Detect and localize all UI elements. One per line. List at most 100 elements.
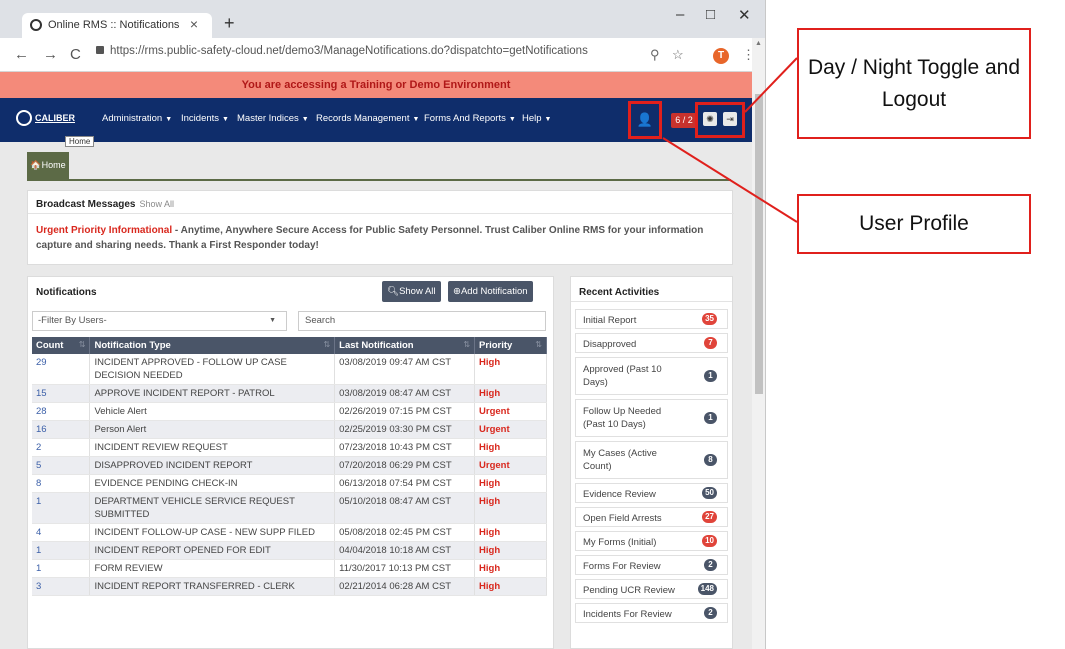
home-tab[interactable]: 🏠Home bbox=[27, 152, 69, 179]
recent-activity-item[interactable]: My Forms (Initial) 10 bbox=[575, 531, 728, 551]
scroll-up-icon[interactable]: ▲ bbox=[755, 40, 762, 47]
zoom-icon[interactable]: ⚲ bbox=[650, 47, 660, 63]
recent-activity-item[interactable]: Follow Up Needed (Past 10 Days) 1 bbox=[575, 399, 728, 437]
menu-records-management[interactable]: Records Management ▼ bbox=[316, 113, 419, 124]
page-scrollbar[interactable]: ▲ bbox=[752, 38, 765, 649]
col-count[interactable]: Count ⇅ bbox=[32, 337, 91, 354]
bookmark-star-icon[interactable]: ☆ bbox=[672, 47, 684, 63]
last-notification-cell: 03/08/2019 08:47 AM CST bbox=[334, 384, 476, 403]
table-row[interactable]: 29 INCIDENT APPROVED - FOLLOW UP CASE DEC… bbox=[32, 354, 547, 385]
count-cell[interactable]: 29 bbox=[32, 354, 91, 385]
count-badge: 27 bbox=[702, 511, 717, 523]
menu-help[interactable]: Help ▼ bbox=[522, 113, 551, 124]
table-row[interactable]: 3 INCIDENT REPORT TRANSFERRED - CLERK 02/2… bbox=[32, 577, 547, 596]
forward-icon[interactable]: → bbox=[43, 46, 58, 63]
priority-cell: High bbox=[474, 438, 547, 457]
priority-cell: Urgent bbox=[474, 456, 547, 475]
col-priority[interactable]: Priority ⇅ bbox=[474, 337, 547, 354]
reload-icon[interactable]: C bbox=[70, 46, 81, 63]
recent-activity-item[interactable]: Disapproved 7 bbox=[575, 333, 728, 353]
recent-activity-item[interactable]: Pending UCR Review 148 bbox=[575, 579, 728, 599]
table-row[interactable]: 15 APPROVE INCIDENT REPORT - PATROL 03/08/… bbox=[32, 384, 547, 403]
priority-cell: High bbox=[474, 384, 547, 403]
recent-activities-title: Recent Activities bbox=[579, 287, 660, 298]
tab-close-icon[interactable]: × bbox=[190, 16, 198, 32]
close-window-button[interactable]: ✕ bbox=[738, 6, 751, 24]
table-row[interactable]: 1 INCIDENT REPORT OPENED FOR EDIT 04/04/20… bbox=[32, 541, 547, 560]
recent-activity-item[interactable]: Approved (Past 10 Days) 1 bbox=[575, 357, 728, 395]
table-row[interactable]: 28 Vehicle Alert 02/26/2019 07:15 PM CST Ur… bbox=[32, 402, 547, 421]
count-cell[interactable]: 28 bbox=[32, 402, 91, 421]
type-cell: INCIDENT REVIEW REQUEST bbox=[89, 438, 336, 457]
recent-activity-label: My Forms (Initial) bbox=[583, 537, 657, 548]
recent-activity-item[interactable]: Incidents For Review 2 bbox=[575, 603, 728, 623]
broadcast-show-all-link[interactable]: Show All bbox=[140, 199, 175, 209]
recent-activity-item[interactable]: My Cases (Active Count) 8 bbox=[575, 441, 728, 479]
table-row[interactable]: 5 DISAPPROVED INCIDENT REPORT 07/20/2018 0… bbox=[32, 456, 547, 475]
count-cell[interactable]: 3 bbox=[32, 577, 91, 596]
brand-logo[interactable]: CALIBER bbox=[16, 110, 75, 126]
count-cell[interactable]: 8 bbox=[32, 474, 91, 493]
last-notification-cell: 06/13/2018 07:54 PM CST bbox=[334, 474, 476, 493]
count-badge: 1 bbox=[704, 412, 717, 424]
table-row[interactable]: 1 DEPARTMENT VEHICLE SERVICE REQUEST SUBM… bbox=[32, 492, 547, 524]
count-badge: 1 bbox=[704, 370, 717, 382]
user-profile-callout: User Profile bbox=[797, 194, 1031, 254]
recent-activity-label: Initial Report bbox=[583, 315, 637, 326]
notification-count-badge[interactable]: 6 / 2 bbox=[671, 113, 697, 128]
count-cell[interactable]: 2 bbox=[32, 438, 91, 457]
table-row[interactable]: 4 INCIDENT FOLLOW-UP CASE - NEW SUPP FILE… bbox=[32, 523, 547, 542]
table-row[interactable]: 16 Person Alert 02/25/2019 03:30 PM CST Urg… bbox=[32, 420, 547, 439]
count-cell[interactable]: 15 bbox=[32, 384, 91, 403]
table-row[interactable]: 1 FORM REVIEW 11/30/2017 10:13 PM CST High bbox=[32, 559, 547, 578]
count-cell[interactable]: 1 bbox=[32, 541, 91, 560]
col-last-notification[interactable]: Last Notification ⇅ bbox=[334, 337, 476, 354]
browser-profile-avatar[interactable]: T bbox=[713, 48, 729, 64]
menu-incidents[interactable]: Incidents ▼ bbox=[181, 113, 229, 124]
recent-activity-item[interactable]: Open Field Arrests 27 bbox=[575, 507, 728, 527]
table-row[interactable]: 8 EVIDENCE PENDING CHECK-IN 06/13/2018 07:… bbox=[32, 474, 547, 493]
filter-by-users-select[interactable]: -Filter By Users- ▼ bbox=[32, 311, 287, 331]
home-tooltip: Home bbox=[65, 136, 95, 147]
notifications-table: Count ⇅ Notification Type ⇅ Last Notificat… bbox=[32, 337, 547, 596]
count-cell[interactable]: 5 bbox=[32, 456, 91, 475]
scrollbar-thumb[interactable] bbox=[755, 94, 763, 394]
last-notification-cell: 04/04/2018 10:18 AM CST bbox=[334, 541, 476, 560]
recent-activity-label: Approved (Past 10 Days) bbox=[583, 364, 662, 388]
url-text: https://rms.public-safety-cloud.net/demo… bbox=[110, 45, 588, 57]
menu-master-indices[interactable]: Master Indices ▼ bbox=[237, 113, 309, 124]
count-cell[interactable]: 1 bbox=[32, 559, 91, 578]
broadcast-header: Broadcast Messages Show All bbox=[36, 199, 174, 210]
show-all-button[interactable]: 🔍︎Show All bbox=[382, 281, 441, 302]
recent-activities-panel: Recent Activities Initial Report 35 Disapp… bbox=[570, 276, 733, 649]
new-tab-button[interactable]: + bbox=[224, 13, 235, 34]
last-notification-cell: 11/30/2017 10:13 PM CST bbox=[334, 559, 476, 578]
recent-activity-item[interactable]: Evidence Review 50 bbox=[575, 483, 728, 503]
recent-activity-label: Forms For Review bbox=[583, 561, 661, 572]
browser-tab[interactable]: Online RMS :: Notifications × bbox=[22, 13, 212, 38]
count-cell[interactable]: 1 bbox=[32, 492, 91, 524]
recent-activity-item[interactable]: Initial Report 35 bbox=[575, 309, 728, 329]
day-night-callout: Day / Night Toggle and Logout bbox=[797, 28, 1031, 139]
count-cell[interactable]: 4 bbox=[32, 523, 91, 542]
recent-activity-item[interactable]: Forms For Review 2 bbox=[575, 555, 728, 575]
url-field[interactable]: https://rms.public-safety-cloud.net/demo… bbox=[96, 45, 676, 65]
count-cell[interactable]: 16 bbox=[32, 420, 91, 439]
menu-forms-and-reports[interactable]: Forms And Reports ▼ bbox=[424, 113, 516, 124]
back-icon[interactable]: ← bbox=[14, 46, 29, 63]
maximize-button[interactable]: □ bbox=[706, 6, 715, 23]
recent-activity-label: Open Field Arrests bbox=[583, 513, 662, 524]
table-row[interactable]: 2 INCIDENT REVIEW REQUEST 07/23/2018 10:43… bbox=[32, 438, 547, 457]
browser-window: Online RMS :: Notifications × + – □ ✕ ← … bbox=[0, 0, 766, 649]
search-input[interactable]: Search bbox=[298, 311, 546, 331]
broadcast-urgent-label: Urgent Priority Informational bbox=[36, 225, 173, 236]
minimize-button[interactable]: – bbox=[676, 6, 684, 23]
type-cell: EVIDENCE PENDING CHECK-IN bbox=[89, 474, 336, 493]
col-notification-type[interactable]: Notification Type ⇅ bbox=[89, 337, 336, 354]
add-notification-button[interactable]: ⊕Add Notification bbox=[448, 281, 533, 302]
main-content: 🏠Home Broadcast Messages Show All Urgent … bbox=[0, 142, 752, 649]
type-cell: DEPARTMENT VEHICLE SERVICE REQUEST SUBMI… bbox=[89, 492, 336, 524]
lock-icon bbox=[96, 46, 104, 54]
menu-administration[interactable]: Administration ▼ bbox=[102, 113, 172, 124]
tab-underline bbox=[27, 179, 731, 181]
